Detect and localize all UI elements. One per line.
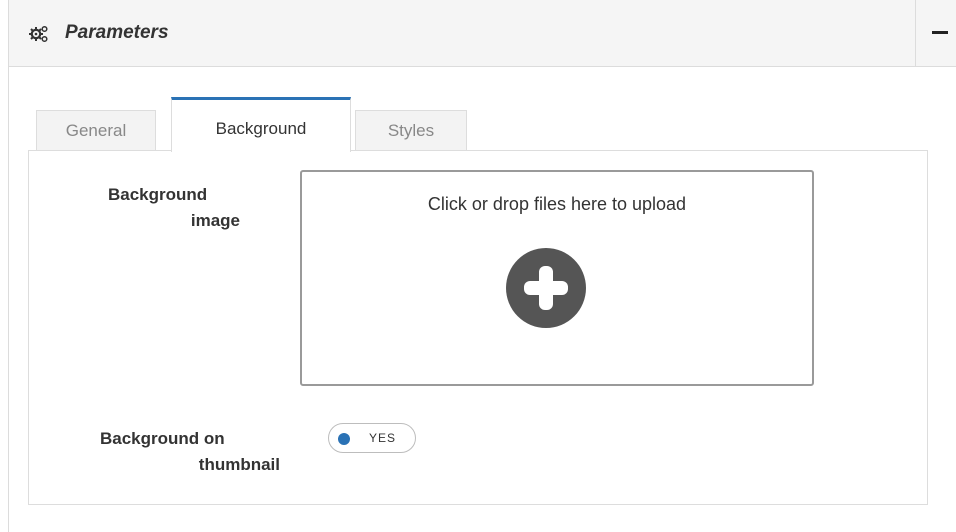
panel-header: Parameters	[9, 0, 956, 67]
dropzone-text: Click or drop files here to upload	[427, 194, 687, 214]
tab-general[interactable]: General	[36, 110, 156, 150]
label-line: Background on	[100, 429, 225, 448]
background-on-thumbnail-label: Background on thumbnail	[60, 426, 280, 478]
toggle-value: YES	[369, 431, 397, 445]
collapse-button[interactable]	[915, 0, 956, 66]
label-line: thumbnail	[198, 455, 280, 474]
thumbnail-toggle[interactable]: YES	[328, 423, 416, 453]
background-image-label: Background image	[60, 182, 240, 234]
gears-icon	[29, 25, 48, 43]
tab-background[interactable]: Background	[171, 97, 351, 152]
tab-styles[interactable]: Styles	[355, 110, 467, 150]
panel-title: Parameters	[65, 22, 169, 43]
toggle-indicator	[338, 433, 350, 445]
plus-circle-icon[interactable]	[506, 248, 586, 328]
minus-icon	[932, 31, 948, 34]
label-line: Background	[108, 185, 208, 204]
image-upload-dropzone[interactable]: Click or drop files here to upload	[300, 170, 814, 386]
label-line: image	[190, 211, 240, 230]
